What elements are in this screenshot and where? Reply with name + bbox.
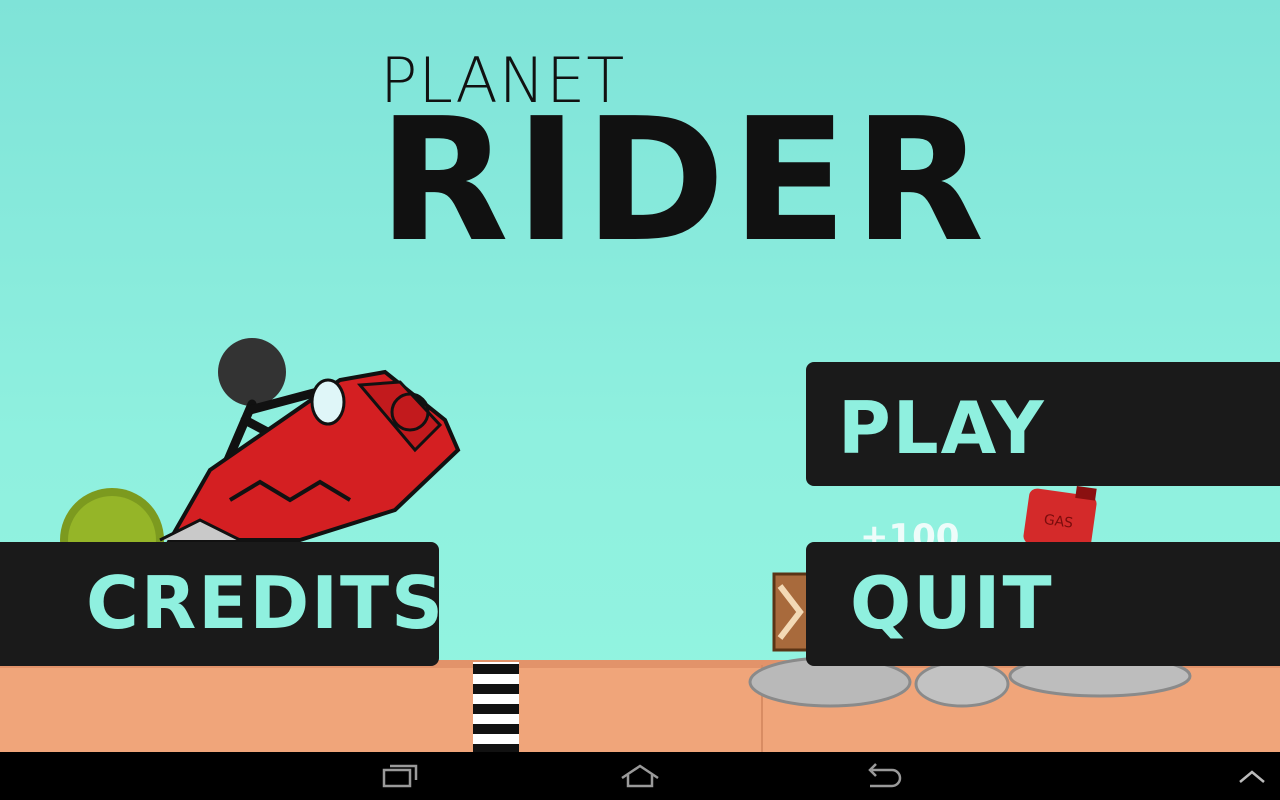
recent-apps-icon[interactable] xyxy=(380,760,420,792)
system-navigation-bar xyxy=(0,752,1280,800)
credits-button[interactable]: CREDITS xyxy=(0,542,443,666)
title-line-rider: RIDER xyxy=(378,82,991,280)
quit-button-label: QUIT xyxy=(850,561,1054,645)
checkered-post xyxy=(473,662,519,752)
credits-button-label: CREDITS xyxy=(86,561,445,645)
quit-button[interactable]: QUIT xyxy=(806,542,1280,666)
back-icon[interactable] xyxy=(862,760,902,792)
chevron-up-icon[interactable] xyxy=(1236,760,1276,792)
play-button[interactable]: PLAY xyxy=(806,362,1280,486)
play-button-label: PLAY xyxy=(838,386,1046,470)
rider-head xyxy=(218,338,286,406)
home-icon[interactable] xyxy=(618,760,659,792)
